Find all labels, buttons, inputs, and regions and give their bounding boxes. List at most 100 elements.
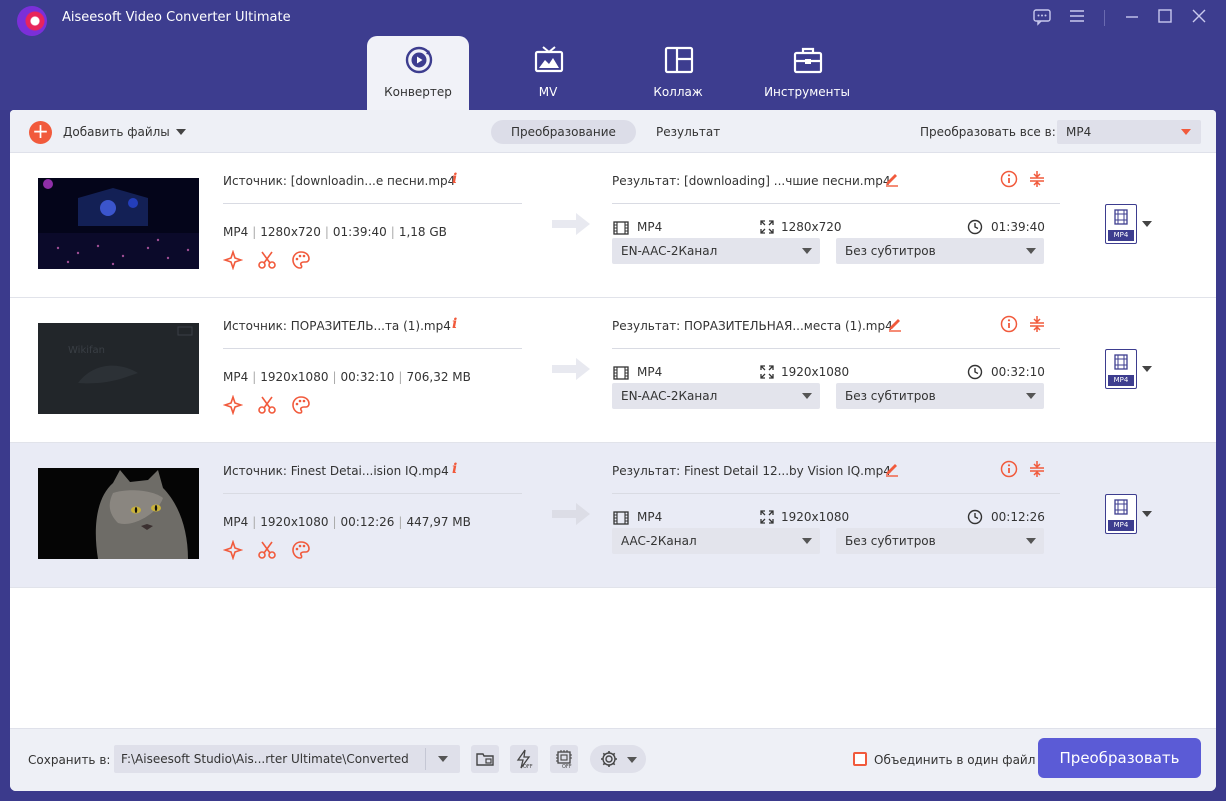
gpu-accel-button[interactable]: OFF: [550, 745, 578, 773]
tab-conversion[interactable]: Преобразование: [491, 120, 636, 144]
chevron-down-icon: [438, 756, 448, 762]
open-folder-button[interactable]: [471, 745, 499, 773]
settings-button[interactable]: [590, 745, 646, 773]
compress-icon[interactable]: [1028, 315, 1046, 333]
enhance-icon[interactable]: [223, 540, 243, 560]
film-icon: [613, 221, 629, 235]
result-format: MP4: [637, 220, 663, 234]
scissors-icon[interactable]: [257, 250, 277, 270]
tab-collage-label: Коллаж: [653, 85, 703, 99]
file-row[interactable]: Источник: Finest Detai...ision IQ.mp4 i …: [10, 443, 1216, 588]
divider: [223, 203, 522, 204]
convert-all-select[interactable]: MP4: [1057, 120, 1201, 144]
merge-checkbox[interactable]: [853, 752, 867, 766]
palette-icon[interactable]: [291, 250, 311, 270]
info-icon[interactable]: i: [452, 461, 457, 477]
arrow-right-icon: [552, 358, 590, 380]
file-row[interactable]: Wikifan Источник: ПОРАЗИТЕЛЬ...та (1).mp…: [10, 298, 1216, 443]
result-duration: 00:12:26: [991, 510, 1045, 524]
format-caret-icon[interactable]: [1142, 366, 1152, 372]
scissors-icon[interactable]: [257, 395, 277, 415]
tab-mv[interactable]: MV: [497, 36, 599, 110]
tab-collage[interactable]: Коллаж: [627, 36, 729, 110]
edit-name-icon[interactable]: [884, 171, 900, 187]
video-thumbnail[interactable]: [38, 468, 199, 559]
audio-track-value: EN-AAC-2Канал: [621, 244, 718, 258]
add-files-caret-icon[interactable]: [176, 129, 186, 135]
subtitle-value: Без субтитров: [845, 244, 936, 258]
convert-all-button[interactable]: Преобразовать: [1038, 738, 1201, 778]
film-icon: [1114, 209, 1128, 225]
video-thumbnail[interactable]: [38, 178, 199, 269]
subtitle-select[interactable]: Без субтитров: [836, 383, 1044, 409]
audio-track-select[interactable]: EN-AAC-2Канал: [612, 383, 820, 409]
format-caret-icon[interactable]: [1142, 511, 1152, 517]
info-circle-icon[interactable]: [1000, 170, 1018, 188]
merge-label[interactable]: Объединить в один файл: [874, 753, 1035, 767]
tab-result[interactable]: Результат: [636, 120, 740, 144]
compress-icon[interactable]: [1028, 460, 1046, 478]
add-files-button[interactable]: +: [29, 121, 52, 144]
info-icon[interactable]: i: [452, 316, 457, 332]
feedback-icon[interactable]: [1031, 8, 1053, 30]
enhance-icon[interactable]: [223, 395, 243, 415]
chevron-down-icon: [1026, 538, 1036, 544]
source-format: MP4: [223, 515, 249, 529]
clock-icon: [967, 219, 983, 235]
audio-track-select[interactable]: AAC-2Канал: [612, 528, 820, 554]
maximize-icon[interactable]: [1154, 8, 1176, 30]
palette-icon[interactable]: [291, 395, 311, 415]
convert-all-label: Преобразовать все в:: [920, 125, 1056, 139]
output-format-button[interactable]: MP4: [1105, 494, 1137, 534]
result-duration: 00:32:10: [991, 365, 1045, 379]
output-format-label: MP4: [1108, 520, 1134, 531]
tab-tools-label: Инструменты: [764, 85, 850, 99]
result-filename: Результат: [downloading] ...чшие песни.m…: [612, 174, 891, 188]
video-thumbnail[interactable]: Wikifan: [38, 323, 199, 414]
add-files-label[interactable]: Добавить файлы: [63, 125, 170, 139]
compress-icon[interactable]: [1028, 170, 1046, 188]
subtitle-value: Без субтитров: [845, 534, 936, 548]
edit-name-icon[interactable]: [884, 461, 900, 477]
chevron-down-icon: [802, 393, 812, 399]
info-circle-icon[interactable]: [1000, 315, 1018, 333]
tab-tools[interactable]: Инструменты: [756, 36, 858, 110]
source-resolution: 1280x720: [260, 225, 321, 239]
format-caret-icon[interactable]: [1142, 221, 1152, 227]
audio-track-select[interactable]: EN-AAC-2Канал: [612, 238, 820, 264]
edit-name-icon[interactable]: [887, 316, 903, 332]
film-icon: [1114, 354, 1128, 370]
divider: [425, 748, 426, 770]
minimize-icon[interactable]: [1121, 8, 1143, 30]
file-row[interactable]: Источник: [downloadin...е песни.mp4 i MP…: [10, 153, 1216, 298]
scissors-icon[interactable]: [257, 540, 277, 560]
result-filename: Результат: ПОРАЗИТЕЛЬНАЯ...места (1).mp4: [612, 319, 893, 333]
close-icon[interactable]: [1188, 8, 1210, 30]
svg-text:OFF: OFF: [562, 764, 572, 769]
palette-icon[interactable]: [291, 540, 311, 560]
output-format-button[interactable]: MP4: [1105, 349, 1137, 389]
hardware-accel-button[interactable]: OFF: [510, 745, 538, 773]
chevron-down-icon: [1026, 393, 1036, 399]
source-format: MP4: [223, 370, 249, 384]
output-format-button[interactable]: MP4: [1105, 204, 1137, 244]
chevron-down-icon: [1026, 248, 1036, 254]
divider: [612, 348, 1060, 349]
menu-icon[interactable]: [1066, 8, 1088, 30]
footer-bar: Сохранить в: F:\Aiseesoft Studio\Ais...r…: [10, 728, 1216, 791]
result-format: MP4: [637, 365, 663, 379]
subtitle-select[interactable]: Без субтитров: [836, 528, 1044, 554]
title-divider: [1104, 10, 1105, 26]
save-path-select[interactable]: F:\Aiseesoft Studio\Ais...rter Ultimate\…: [114, 745, 460, 773]
subtitle-select[interactable]: Без субтитров: [836, 238, 1044, 264]
info-circle-icon[interactable]: [1000, 460, 1018, 478]
enhance-icon[interactable]: [223, 250, 243, 270]
source-size: 706,32 MB: [406, 370, 471, 384]
tab-mv-label: MV: [538, 85, 558, 99]
arrow-right-icon: [552, 213, 590, 235]
tab-converter[interactable]: Конвертер: [367, 36, 469, 110]
cpu-off-icon: OFF: [556, 750, 572, 769]
info-icon[interactable]: i: [452, 171, 457, 187]
svg-text:Wikifan: Wikifan: [68, 345, 105, 356]
source-meta: MP4 | 1920x1080 | 00:12:26 | 447,97 MB: [223, 515, 471, 529]
